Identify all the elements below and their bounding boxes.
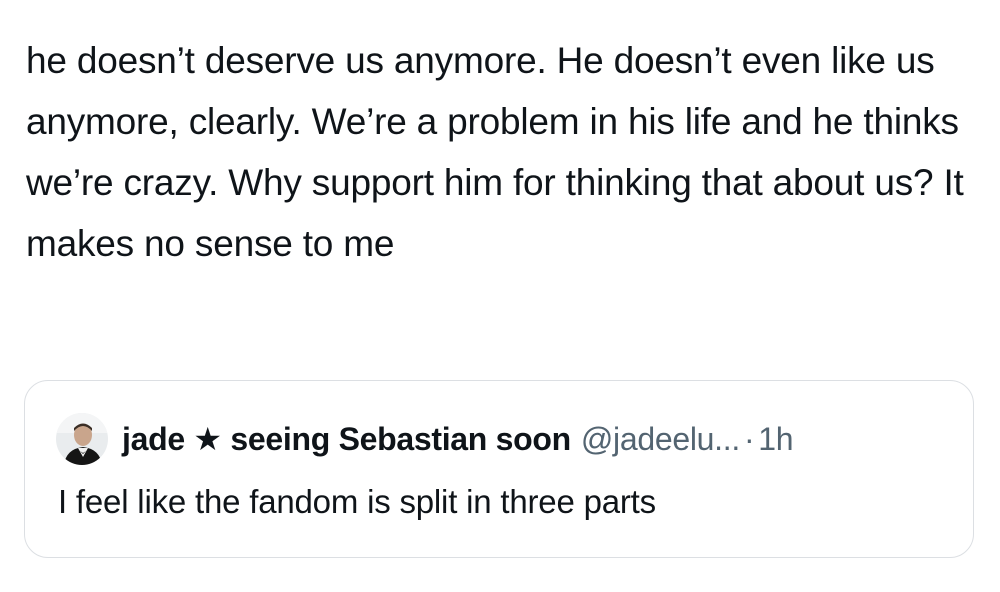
timestamp[interactable]: 1h [758, 421, 793, 458]
tweet-text: he doesn’t deserve us anymore. He doesn’… [26, 40, 964, 264]
display-name[interactable]: jade ★ seeing Sebastian soon [122, 420, 571, 458]
separator-dot: · [743, 420, 755, 457]
avatar[interactable] [56, 413, 108, 465]
quoted-tweet-header: jade ★ seeing Sebastian soon @jadeelu...… [56, 411, 794, 467]
quoted-tweet-card[interactable]: jade ★ seeing Sebastian soon @jadeelu...… [24, 380, 974, 558]
avatar-image [56, 413, 108, 465]
quoted-tweet-text: I feel like the fandom is split in three… [58, 483, 656, 520]
user-handle[interactable]: @jadeelu... [581, 421, 740, 458]
